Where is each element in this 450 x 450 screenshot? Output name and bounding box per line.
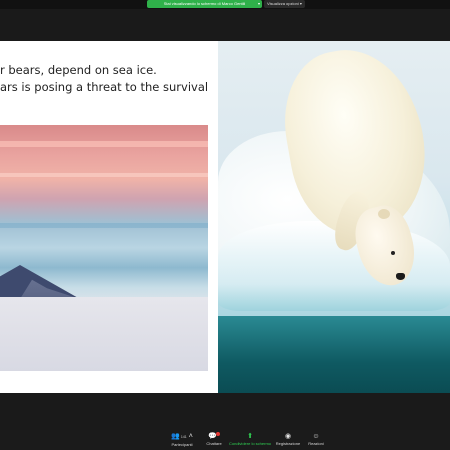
chevron-down-icon: ▾	[299, 1, 302, 6]
view-options-label: Visualizza opzioni	[267, 1, 299, 6]
polar-bear-ear	[378, 209, 390, 219]
reactions-label: Reazioni	[308, 441, 324, 446]
reactions-icon: ☺	[312, 433, 320, 440]
sea-water	[0, 297, 208, 371]
screen-share-label: Stai visualizzando lo schermo di Marco G…	[163, 1, 246, 6]
chevron-down-icon[interactable]: ▾	[258, 0, 260, 8]
slide-text-line-1: r bears, depend on sea ice.	[0, 63, 157, 77]
view-options-button[interactable]: Visualizza opzioni ▾	[264, 0, 305, 8]
notification-badge	[215, 432, 220, 436]
shared-slide: r bears, depend on sea ice. ars is posin…	[0, 41, 450, 393]
top-bar: Stai visualizzando lo schermo di Marco G…	[0, 0, 450, 9]
meeting-toolbar: 👥141 ˄ Partecipanti 💬 Chattare ⬆ Condivi…	[0, 430, 450, 450]
glacier-photo	[0, 125, 208, 371]
participants-count: 141	[180, 435, 187, 439]
polar-bear-photo	[218, 41, 450, 393]
polar-bear-nose	[396, 273, 405, 280]
screen-share-banner[interactable]: Stai visualizzando lo schermo di Marco G…	[147, 0, 262, 8]
reactions-button[interactable]: ☺ Reazioni	[294, 432, 338, 447]
slide-text-line-2: ars is posing a threat to the survival	[0, 80, 209, 94]
polar-bear-eye	[391, 251, 395, 255]
arctic-water	[218, 316, 450, 393]
